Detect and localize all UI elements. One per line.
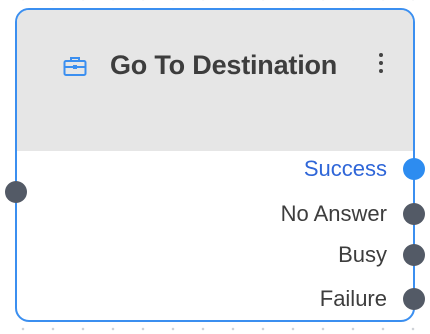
output-port-success[interactable]	[403, 158, 425, 180]
output-port-busy[interactable]	[403, 244, 425, 266]
kebab-menu-icon[interactable]	[373, 50, 389, 80]
output-label-success: Success	[303, 156, 387, 181]
output-label-failure: Failure	[319, 286, 387, 311]
output-label-no-answer: No Answer	[280, 201, 387, 226]
output-port-failure[interactable]	[403, 288, 425, 310]
node-title: Go To Destination	[110, 50, 338, 80]
go-to-destination-node[interactable]: Go To Destination Success No Answer Busy…	[15, 8, 415, 322]
flow-canvas[interactable]: Go To Destination Success No Answer Busy…	[0, 0, 430, 334]
output-label-busy: Busy	[338, 242, 387, 267]
output-port-no-answer[interactable]	[403, 203, 425, 225]
briefcase-icon	[63, 55, 87, 77]
input-port[interactable]	[5, 181, 27, 203]
node-header[interactable]: Go To Destination	[17, 10, 413, 151]
